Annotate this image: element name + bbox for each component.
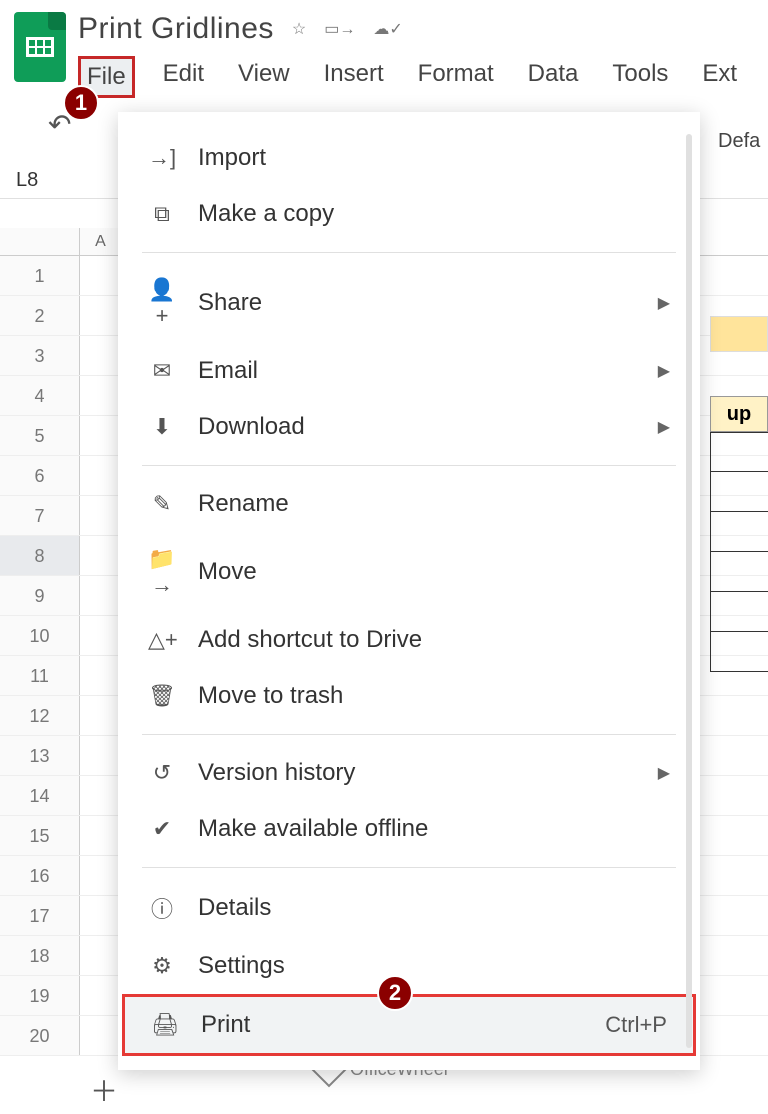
menu-item-label: Make available offline: [198, 815, 428, 843]
menu-item-label: Download: [198, 413, 305, 441]
menu-item-make-available-offline[interactable]: ✔ Make available offline: [118, 801, 700, 857]
row-header[interactable]: 1: [0, 256, 80, 295]
row-header[interactable]: 20: [0, 1016, 80, 1055]
menu-item-add-shortcut-to-drive[interactable]: △+ Add shortcut to Drive: [118, 612, 700, 668]
cell-highlight: [710, 316, 768, 352]
menu-item-download[interactable]: ⬇ Download ▶: [118, 399, 700, 455]
move-folder-icon[interactable]: ▭→: [324, 19, 355, 39]
menu-separator: [142, 734, 676, 735]
menu-item-icon: ↺: [148, 760, 176, 786]
sheets-logo[interactable]: [14, 12, 66, 82]
menu-item-icon: ✎: [148, 491, 176, 517]
menu-item-label: Move to trash: [198, 682, 343, 710]
menu-item-label: Settings: [198, 952, 285, 980]
row-header[interactable]: 9: [0, 576, 80, 615]
row-header[interactable]: 14: [0, 776, 80, 815]
row-header[interactable]: 8: [0, 536, 80, 575]
menu-item-move[interactable]: 📁→ Move: [118, 532, 700, 612]
submenu-arrow-icon: ▶: [658, 417, 670, 437]
menu-item-label: Move: [198, 558, 257, 586]
row-header[interactable]: 4: [0, 376, 80, 415]
menu-item-label: Add shortcut to Drive: [198, 626, 422, 654]
menu-item-icon: ⬇: [148, 414, 176, 440]
submenu-arrow-icon: ▶: [658, 293, 670, 313]
cell-header-cut: up: [710, 396, 768, 432]
row-header[interactable]: 3: [0, 336, 80, 375]
menu-item-icon: ✔: [148, 816, 176, 842]
menu-item-icon: ⓘ: [148, 892, 176, 924]
menu-item-import[interactable]: →] Import: [118, 130, 700, 186]
submenu-arrow-icon: ▶: [658, 763, 670, 783]
col-header-a[interactable]: A: [80, 228, 122, 255]
menu-view[interactable]: View: [232, 56, 296, 98]
menu-insert[interactable]: Insert: [318, 56, 390, 98]
cloud-status-icon[interactable]: ☁✓: [373, 19, 402, 39]
row-header[interactable]: 2: [0, 296, 80, 335]
row-header[interactable]: 19: [0, 976, 80, 1015]
shortcut-label: Ctrl+P: [605, 1012, 667, 1038]
menu-item-icon: 📁→: [148, 546, 176, 598]
menu-edit[interactable]: Edit: [157, 56, 210, 98]
menu-item-label: Make a copy: [198, 200, 334, 228]
row-header[interactable]: 13: [0, 736, 80, 775]
row-header[interactable]: 10: [0, 616, 80, 655]
annotation-1: 1: [63, 85, 99, 121]
row-header[interactable]: 17: [0, 896, 80, 935]
menu-file[interactable]: File1: [78, 56, 135, 98]
menu-item-icon: ⧉: [148, 201, 176, 227]
menu-separator: [142, 867, 676, 868]
menu-item-icon: ✉: [148, 358, 176, 384]
row-header[interactable]: 6: [0, 456, 80, 495]
menu-separator: [142, 465, 676, 466]
annotation-2: 2: [377, 975, 413, 1011]
doc-title[interactable]: Print Gridlines: [78, 12, 274, 46]
menu-item-icon: △+: [148, 627, 176, 653]
menu-item-icon: ⚙: [148, 953, 176, 979]
menu-extensions[interactable]: Ext: [696, 56, 743, 98]
menu-item-icon: →]: [148, 145, 176, 171]
menu-format[interactable]: Format: [412, 56, 500, 98]
menu-bar: File1 Edit View Insert Format Data Tools…: [78, 56, 743, 98]
select-all-corner[interactable]: [0, 228, 80, 255]
menu-item-label: Rename: [198, 490, 289, 518]
submenu-arrow-icon: ▶: [658, 361, 670, 381]
menu-data[interactable]: Data: [522, 56, 585, 98]
menu-item-label: Share: [198, 289, 262, 317]
row-header[interactable]: 7: [0, 496, 80, 535]
row-header[interactable]: 16: [0, 856, 80, 895]
menu-item-label: Version history: [198, 759, 355, 787]
add-sheet-icon[interactable]: ＋: [90, 1070, 118, 1110]
menu-item-details[interactable]: ⓘ Details: [118, 878, 700, 938]
print-icon: 🖨: [151, 1012, 179, 1038]
menu-item-icon: 👤+: [148, 277, 176, 329]
menu-item-label: Email: [198, 357, 258, 385]
menu-item-make-a-copy[interactable]: ⧉ Make a copy: [118, 186, 700, 242]
menu-item-label: Import: [198, 144, 266, 172]
row-header[interactable]: 15: [0, 816, 80, 855]
menu-item-print[interactable]: 🖨 Print 2 Ctrl+P: [122, 994, 696, 1056]
menu-separator: [142, 252, 676, 253]
menu-item-email[interactable]: ✉ Email ▶: [118, 343, 700, 399]
row-header[interactable]: 12: [0, 696, 80, 735]
file-menu-dropdown: →] Import ⧉ Make a copy 👤+ Share ▶ ✉ Email ▶ ⬇ Down…: [118, 112, 700, 1070]
row-header[interactable]: 18: [0, 936, 80, 975]
menu-item-share[interactable]: 👤+ Share ▶: [118, 263, 700, 343]
bordered-cells: [710, 432, 768, 672]
row-header[interactable]: 11: [0, 656, 80, 695]
dropdown-scrollbar[interactable]: [686, 134, 692, 1048]
menu-item-rename[interactable]: ✎ Rename: [118, 476, 700, 532]
menu-item-label: Print: [201, 1011, 250, 1039]
row-header[interactable]: 5: [0, 416, 80, 455]
menu-item-icon: 🗑: [148, 683, 176, 709]
menu-item-version-history[interactable]: ↺ Version history ▶: [118, 745, 700, 801]
menu-item-move-to-trash[interactable]: 🗑 Move to trash: [118, 668, 700, 724]
star-icon[interactable]: ☆: [292, 19, 306, 39]
menu-item-label: Details: [198, 894, 271, 922]
toolbar-text-cut: Defa: [718, 130, 760, 153]
menu-tools[interactable]: Tools: [606, 56, 674, 98]
